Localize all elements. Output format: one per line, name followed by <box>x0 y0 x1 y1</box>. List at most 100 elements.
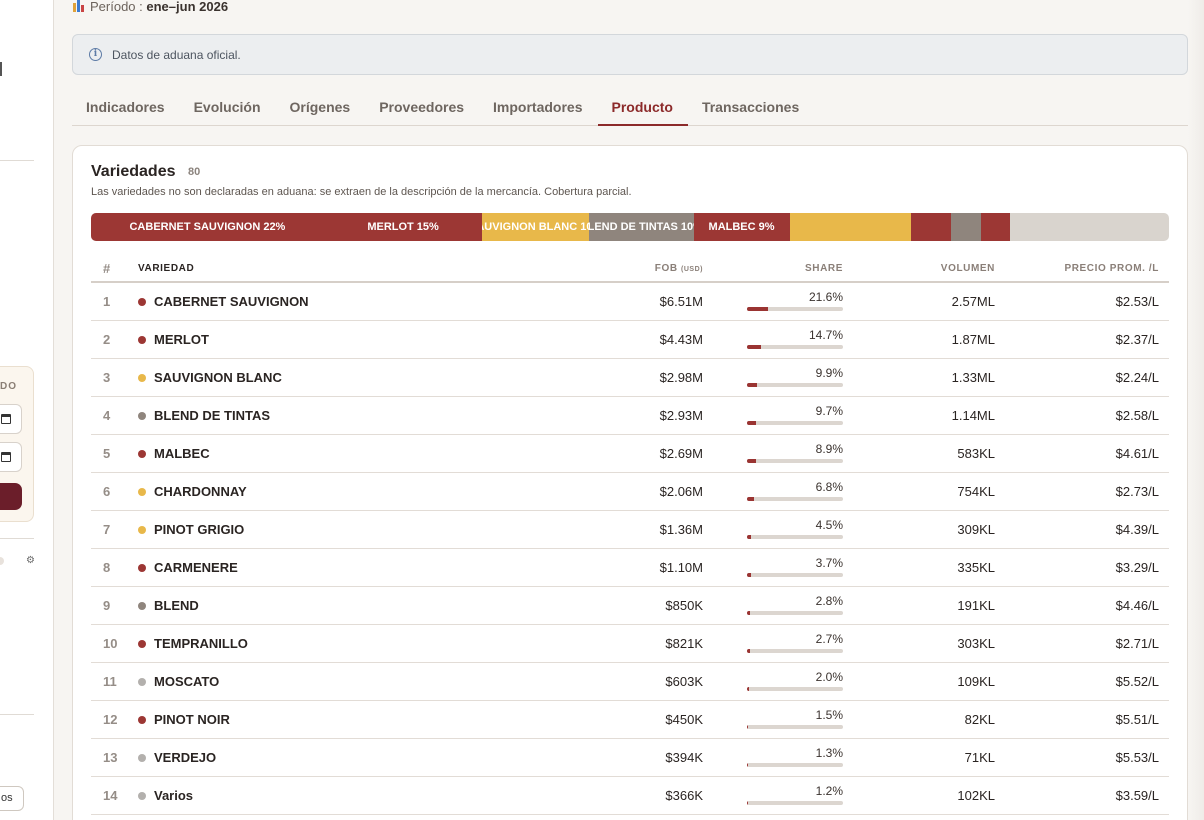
share-segment[interactable]: CABERNET SAUVIGNON 22% <box>91 213 324 241</box>
share-segment[interactable] <box>981 213 1011 241</box>
row-rank: 13 <box>91 738 138 777</box>
table-row[interactable]: 4 BLEND DE TINTAS $2.93M 9.7% 1.14ML $2.58/L <box>91 396 1169 435</box>
row-fob: $2.69M <box>538 434 703 473</box>
col-header-volume[interactable]: VOLUMEN <box>843 256 995 283</box>
table-row[interactable]: 1 CABERNET SAUVIGNON $6.51M 21.6% 2.57ML $2.5… <box>91 282 1169 321</box>
row-volume: 2.57ML <box>843 282 995 321</box>
row-volume: 82KL <box>843 700 995 739</box>
row-rank: 12 <box>91 700 138 739</box>
table-row[interactable]: 14 Varios $366K 1.2% 102KL $3.59/L <box>91 776 1169 815</box>
row-volume: 303KL <box>843 624 995 663</box>
share-value: 1.3% <box>815 746 843 760</box>
apply-filter-button[interactable] <box>0 483 22 510</box>
row-volume: 1.87ML <box>843 320 995 359</box>
share-segment[interactable] <box>951 213 982 241</box>
row-variety: VERDEJO <box>138 738 538 777</box>
row-share: 1.3% <box>703 738 843 777</box>
table-row[interactable]: 2 MERLOT $4.43M 14.7% 1.87ML $2.37/L <box>91 320 1169 359</box>
row-fob: $2.06M <box>538 472 703 511</box>
share-segment[interactable]: MALBEC 9% <box>693 213 790 241</box>
table-header-row: # VARIEDAD FOB (USD) SHARE VOLUMEN PRECI… <box>91 256 1169 283</box>
row-fob: $394K <box>538 738 703 777</box>
share-bar-fill <box>747 801 749 805</box>
row-share: 1.5% <box>703 700 843 739</box>
row-variety: PINOT NOIR <box>138 700 538 739</box>
table-row[interactable]: 7 PINOT GRIGIO $1.36M 4.5% 309KL $4.39/L <box>91 510 1169 549</box>
table-row[interactable]: 8 CARMENERE $1.10M 3.7% 335KL $3.29/L <box>91 548 1169 587</box>
row-rank: 1 <box>91 282 138 321</box>
share-segment[interactable] <box>789 213 912 241</box>
calendar-icon <box>1 414 11 424</box>
row-variety: CARMENERE <box>138 548 538 587</box>
row-fob: $1.10M <box>538 548 703 587</box>
table-row[interactable]: 13 VERDEJO $394K 1.3% 71KL $5.53/L <box>91 738 1169 777</box>
tab-producto[interactable]: Producto <box>597 90 688 126</box>
table-row[interactable]: 11 MOSCATO $603K 2.0% 109KL $5.52/L <box>91 662 1169 701</box>
tab-transacciones[interactable]: Transacciones <box>688 90 814 126</box>
scroll-edge-shadow <box>1188 0 1204 820</box>
share-segment[interactable]: SAUVIGNON BLANC 10% <box>482 213 590 241</box>
tab-proveedores[interactable]: Proveedores <box>365 90 479 126</box>
share-value: 2.0% <box>815 670 843 684</box>
row-rank: 2 <box>91 320 138 359</box>
col-header-share[interactable]: SHARE <box>703 256 843 283</box>
share-bar-track <box>747 687 843 691</box>
share-bar-fill <box>747 307 768 312</box>
table-row[interactable]: 3 SAUVIGNON BLANC $2.98M 9.9% 1.33ML $2.24/L <box>91 358 1169 397</box>
share-segment[interactable] <box>911 213 952 241</box>
row-variety: Varios <box>138 776 538 815</box>
tab-indicadores[interactable]: Indicadores <box>72 90 180 126</box>
table-row[interactable]: 10 TEMPRANILLO $821K 2.7% 303KL $2.71/L <box>91 624 1169 663</box>
row-share: 2.0% <box>703 662 843 701</box>
row-share: 4.5% <box>703 510 843 549</box>
sidebar-divider <box>0 714 34 715</box>
share-segment[interactable]: MERLOT 15% <box>323 213 483 241</box>
share-bar-track <box>747 649 843 653</box>
row-price: $2.71/L <box>995 624 1169 663</box>
row-volume: 309KL <box>843 510 995 549</box>
col-header-price[interactable]: PRECIO PROM. /L <box>995 256 1169 283</box>
row-fob: $450K <box>538 700 703 739</box>
date-to-input[interactable] <box>0 442 22 472</box>
table-row[interactable]: 12 PINOT NOIR $450K 1.5% 82KL $5.51/L <box>91 700 1169 739</box>
col-header-fob[interactable]: FOB (USD) <box>538 256 703 283</box>
tab-evolución[interactable]: Evolución <box>180 90 276 126</box>
row-variety: MOSCATO <box>138 662 538 701</box>
tab-importadores[interactable]: Importadores <box>479 90 597 126</box>
share-value: 1.2% <box>815 784 843 798</box>
share-stacked-bar: CABERNET SAUVIGNON 22%MERLOT 15%SAUVIGNO… <box>91 213 1169 241</box>
sidebar-divider <box>0 160 34 161</box>
row-share: 3.7% <box>703 548 843 587</box>
row-share: 1.2% <box>703 776 843 815</box>
row-fob: $2.93M <box>538 396 703 435</box>
table-body: 1 CABERNET SAUVIGNON $6.51M 21.6% 2.57ML $2.5… <box>91 282 1169 815</box>
share-bar-track <box>747 497 843 501</box>
toggle-knob[interactable] <box>0 557 4 565</box>
table-row[interactable]: 5 MALBEC $2.69M 8.9% 583KL $4.61/L <box>91 434 1169 473</box>
col-header-rank[interactable]: # <box>91 256 138 283</box>
sidebar-divider <box>0 538 34 539</box>
share-bar-fill <box>747 383 757 387</box>
sidebar-chip-button[interactable]: os <box>0 786 24 811</box>
row-price: $3.29/L <box>995 548 1169 587</box>
table-row[interactable]: 9 BLEND $850K 2.8% 191KL $4.46/L <box>91 586 1169 625</box>
variety-color-dot <box>138 563 146 572</box>
period-label: Período : ene–jun 2026 <box>73 0 228 14</box>
row-share: 8.9% <box>703 434 843 473</box>
row-volume: 1.14ML <box>843 396 995 435</box>
share-bar-track <box>747 459 843 463</box>
share-segment[interactable]: BLEND DE TINTAS 10% <box>589 213 694 241</box>
tab-orígenes[interactable]: Orígenes <box>276 90 366 126</box>
row-share: 9.7% <box>703 396 843 435</box>
row-share: 9.9% <box>703 358 843 397</box>
row-price: $4.39/L <box>995 510 1169 549</box>
gear-icon[interactable]: ⚙ <box>26 555 35 566</box>
date-from-input[interactable] <box>0 404 22 434</box>
share-bar-fill <box>747 459 756 463</box>
col-header-variety[interactable]: VARIEDAD <box>138 256 538 283</box>
variety-color-dot <box>138 297 146 306</box>
row-price: $2.24/L <box>995 358 1169 397</box>
variety-color-dot <box>138 411 146 420</box>
row-rank: 14 <box>91 776 138 815</box>
table-row[interactable]: 6 CHARDONNAY $2.06M 6.8% 754KL $2.73/L <box>91 472 1169 511</box>
